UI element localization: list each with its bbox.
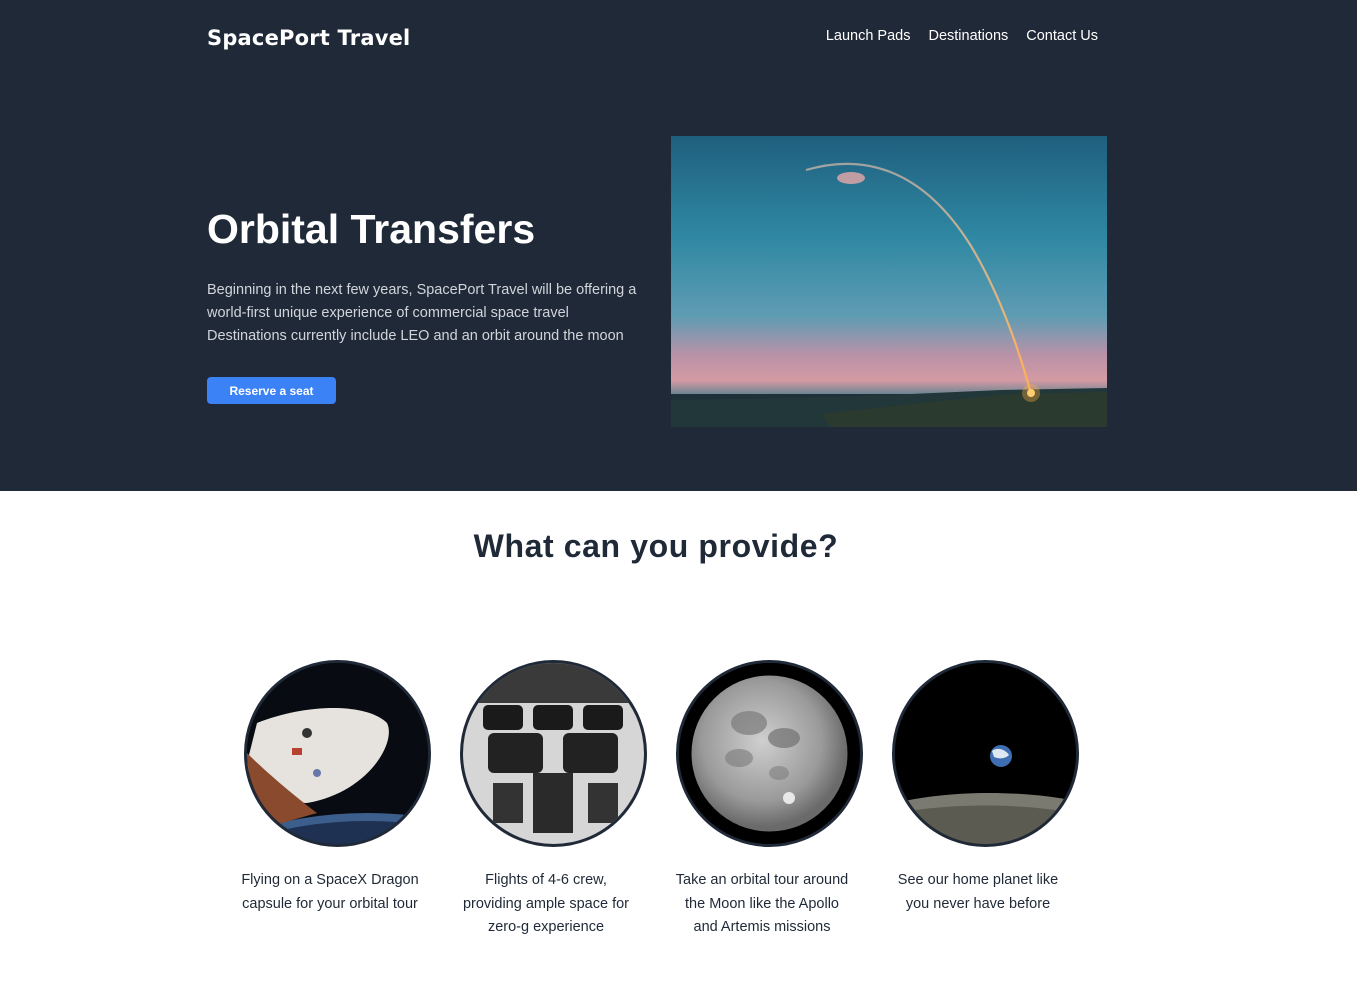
feature-caption: Flights of 4-6 crew, providing ample spa… — [449, 869, 643, 940]
hero-description-line: Beginning in the next few years, SpacePo… — [207, 282, 637, 298]
earthrise-image — [892, 660, 1079, 847]
nav-link-launch-pads[interactable]: Launch Pads — [826, 28, 911, 44]
feature-caption-line: and Artemis missions — [693, 919, 831, 935]
features-title: What can you provide? — [473, 528, 839, 564]
main-nav: Launch Pads Destinations Contact Us — [0, 28, 1098, 44]
nav-link-contact-us[interactable]: Contact Us — [1026, 28, 1098, 44]
hero-description: Beginning in the next few years, SpacePo… — [207, 279, 647, 348]
nav-link-destinations[interactable]: Destinations — [928, 28, 1008, 44]
moon-image — [676, 660, 863, 847]
feature-caption-line: See our home planet like — [897, 872, 1059, 888]
feature-caption: See our home planet like you never have … — [881, 869, 1075, 916]
reserve-seat-button[interactable]: Reserve a seat — [207, 377, 336, 404]
feature-caption-line: zero-g experience — [487, 919, 605, 935]
feature-caption-line: Take an orbital tour around — [675, 872, 849, 888]
feature-caption-line: providing ample space for — [462, 895, 630, 912]
feature-caption: Take an orbital tour around the Moon lik… — [665, 869, 859, 940]
hero-description-line: world-first unique experience of commerc… — [207, 305, 569, 321]
feature-caption: Flying on a SpaceX Dragon capsule for yo… — [233, 869, 427, 916]
capsule-interior-image — [460, 660, 647, 847]
dragon-capsule-image — [244, 660, 431, 847]
feature-caption-line: Flying on a SpaceX Dragon — [241, 872, 419, 888]
hero-section: SpacePort Travel Launch Pads Destination… — [0, 0, 1357, 491]
rocket-launch-image — [671, 136, 1107, 427]
feature-caption-line: the Moon like the Apollo — [685, 895, 839, 912]
hero-description-line: Destinations currently include LEO and a… — [207, 328, 624, 344]
feature-caption-line: capsule for your orbital tour — [242, 895, 418, 912]
feature-caption-line: Flights of 4-6 crew, — [485, 872, 607, 888]
hero-title: Orbital Transfers — [207, 206, 536, 252]
feature-caption-line: you never have before — [905, 895, 1051, 912]
